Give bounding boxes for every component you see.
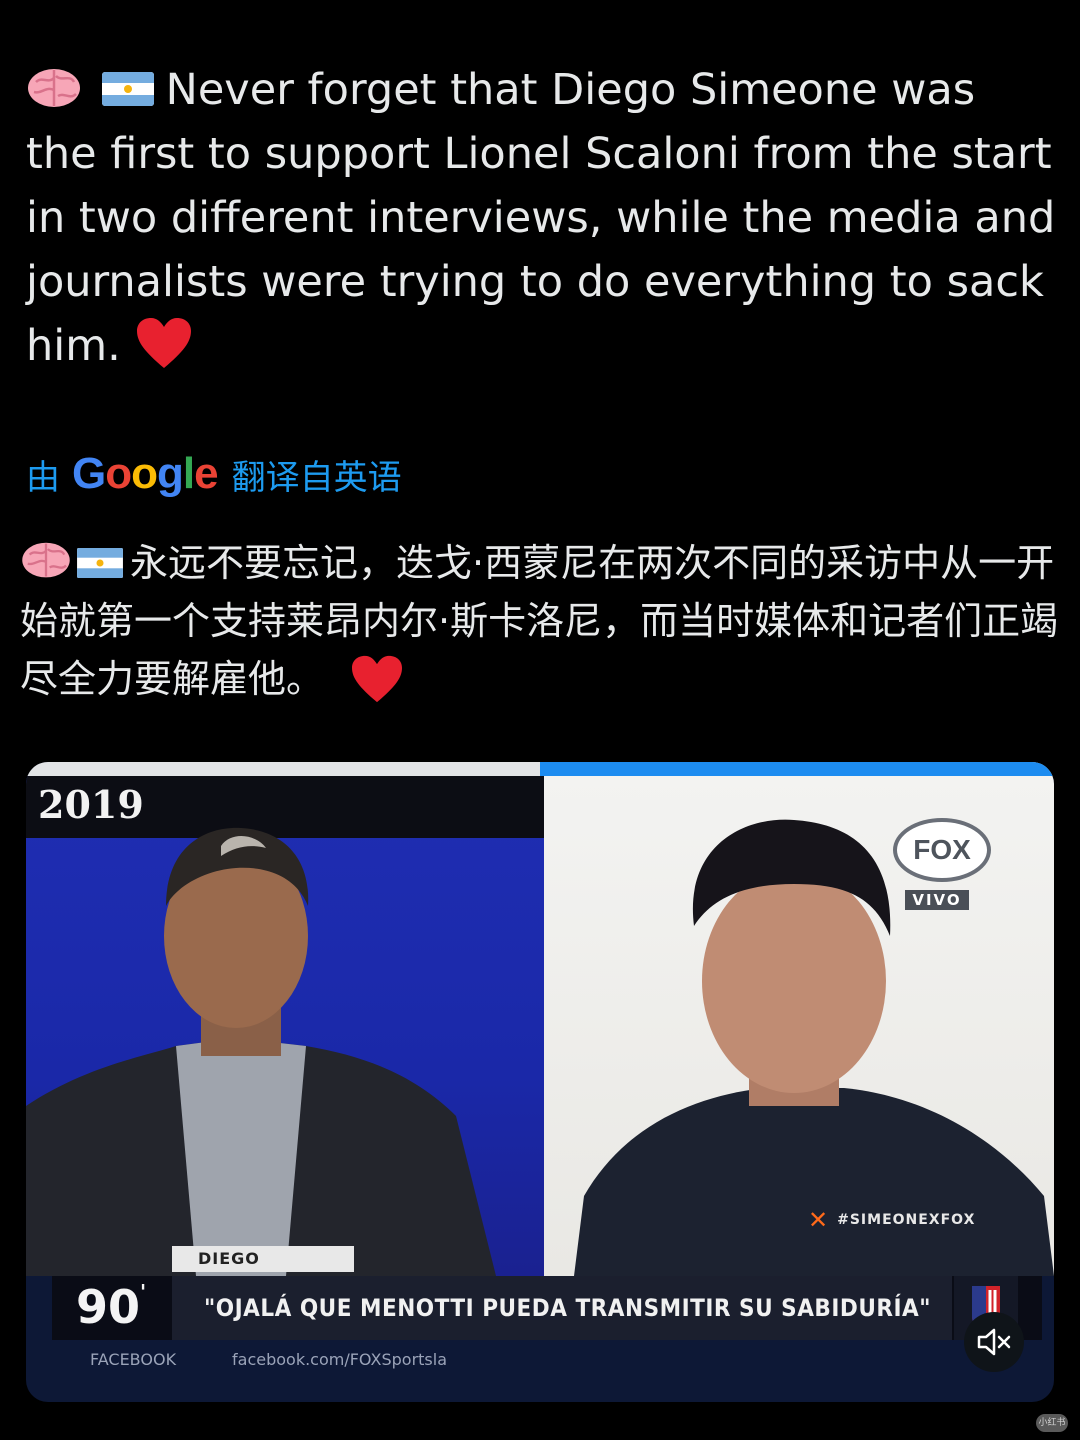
translation-by-label: 由: [26, 457, 60, 498]
fox-sports-logo: FOX: [893, 818, 991, 882]
translation-attribution[interactable]: 由 Google 翻译自英语: [26, 446, 402, 502]
app-watermark: 小红书: [1036, 1414, 1068, 1432]
tweet-text: Never forget that Diego Simeone was the …: [26, 58, 1056, 378]
speaker-name-tag: DIEGO SIMEONE: [172, 1246, 354, 1294]
argentina-flag-icon: [77, 548, 123, 578]
presenter-figure: [26, 827, 496, 1276]
quote-caption: "OJALÁ QUE MENOTTI PUEDA TRANSMITIR SU S…: [172, 1276, 952, 1340]
match-minute-label: 90': [76, 1280, 147, 1334]
live-badge: VIVO: [905, 890, 969, 910]
social-network-label: FACEBOOK: [90, 1350, 177, 1369]
x-mark-icon: ✕: [808, 1206, 830, 1234]
video-left-panel: 2019: [26, 776, 544, 1276]
argentina-flag-icon: [101, 72, 154, 106]
broadcaster-badge: FOX VIVO: [893, 818, 991, 910]
brain-icon: [22, 542, 70, 578]
muted-speaker-icon: [977, 1328, 1011, 1356]
hashtag-label: ✕ #SIMEONEXFOX: [808, 1206, 976, 1234]
red-heart-icon: [136, 318, 191, 368]
translated-from-english-label: 翻译自英语: [231, 457, 402, 498]
translated-text: 永远不要忘记，迭戈·西蒙尼在两次不同的采访中从一开始就第一个支持莱昂内尔·斯卡洛…: [20, 534, 1060, 708]
video-progress-bar[interactable]: [26, 762, 1054, 776]
translated-body: 永远不要忘记，迭戈·西蒙尼在两次不同的采访中从一开始就第一个支持莱昂内尔·斯卡洛…: [20, 541, 1059, 701]
unmute-button[interactable]: [964, 1312, 1024, 1372]
video-progress-fill: [540, 762, 1054, 776]
brain-icon: [28, 69, 80, 107]
red-heart-icon: [352, 655, 403, 703]
google-logo: Google: [72, 449, 219, 498]
social-url-label: facebook.com/FOXSportsla: [232, 1350, 447, 1369]
